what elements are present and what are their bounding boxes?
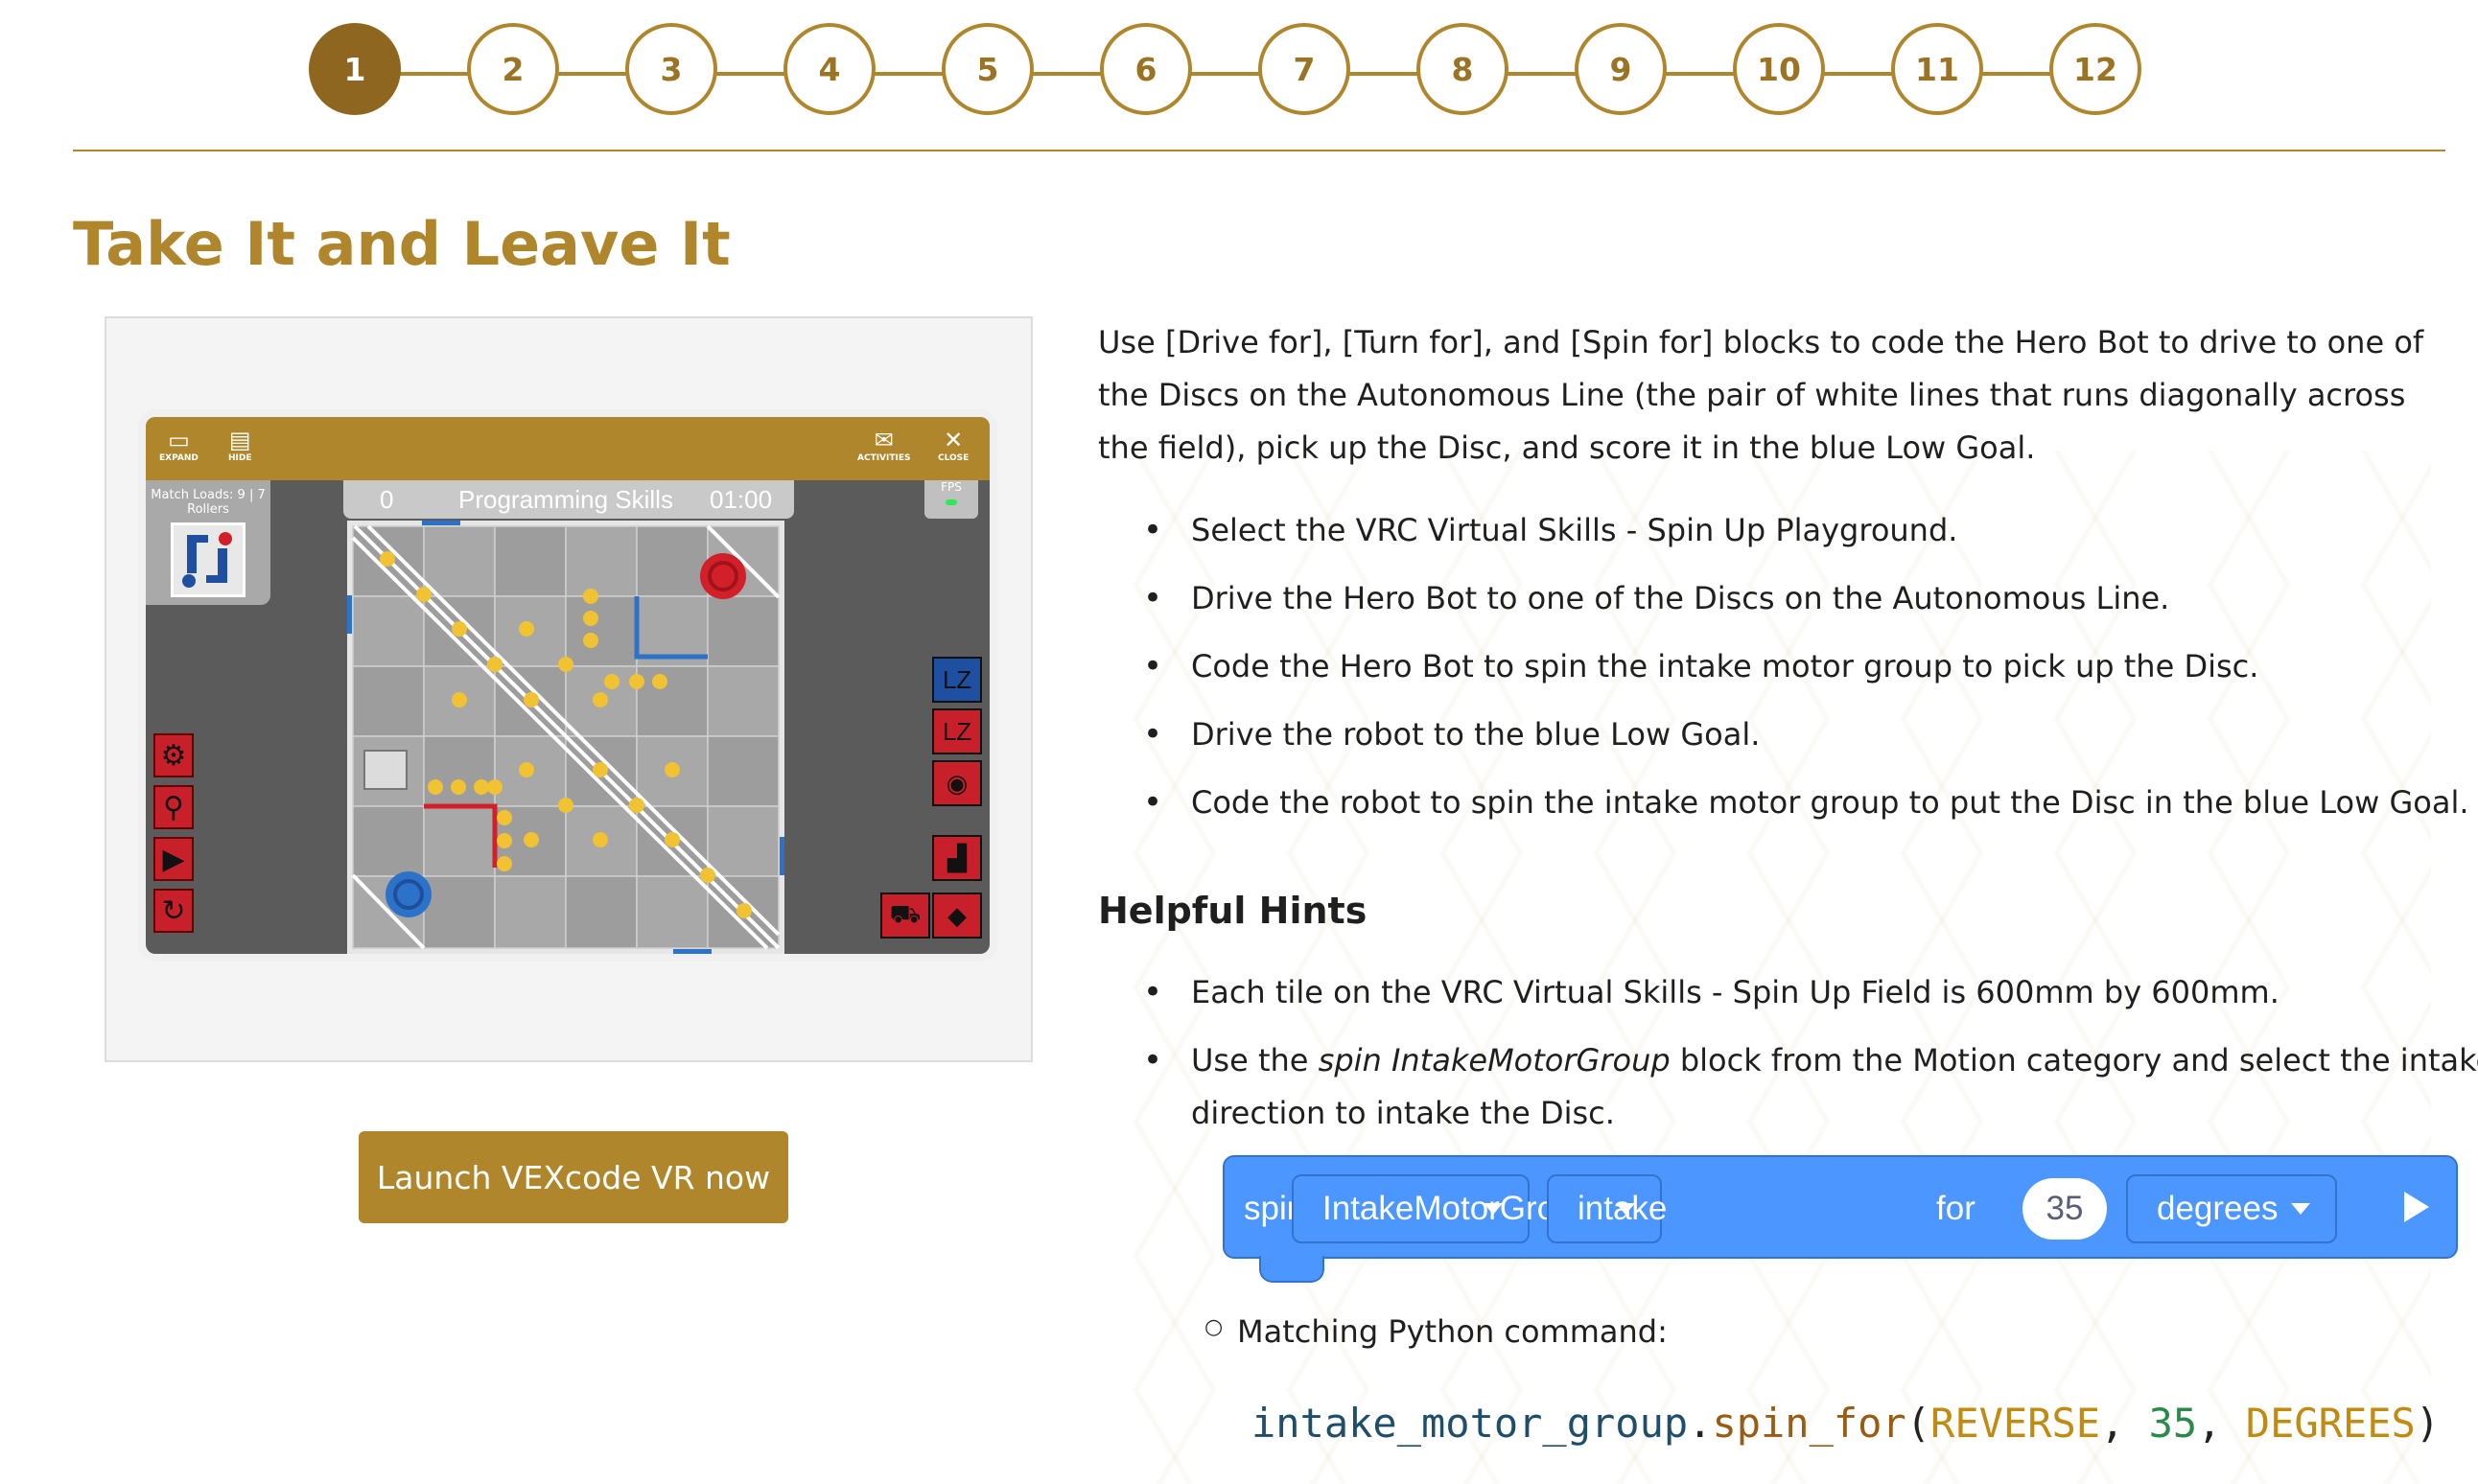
list-item: Select the VRC Virtual Skills - Spin Up … [1143,504,2478,557]
activities-button: ✉ ACTIVITIES [857,427,911,463]
hints-heading: Helpful Hints [1098,890,1368,932]
step-navigation: 1 2 3 4 5 6 7 8 9 10 11 12 [309,23,2141,123]
step-2[interactable]: 2 [467,23,559,115]
vr-simulator-screenshot: ▭ EXPAND ▤ HIDE ✉ ACTIVITIES ✕ CLOSE 0 Progr… [146,417,990,954]
block-for-label: for [1936,1190,1975,1227]
direction-dropdown: intake [1547,1174,1667,1243]
score-value: 0 [380,485,394,514]
mode-label: Programming Skills [458,485,673,514]
list-item: Drive the Hero Bot to one of the Discs o… [1143,572,2478,625]
hide-icon: ▤ [228,427,251,453]
lz-red-button: LZ [932,708,982,754]
activities-icon: ✉ [874,427,894,453]
step-6[interactable]: 6 [1100,23,1192,115]
step-8[interactable]: 8 [1416,23,1508,115]
score-bar: 0 Programming Skills 01:00 [343,480,794,519]
chevron-down-icon [1616,1203,1635,1215]
step-4[interactable]: 4 [783,23,876,115]
fps-light [946,499,957,505]
launch-vexcode-button[interactable]: Launch VEXcode VR now [359,1131,788,1223]
lz-blue-button: LZ [932,657,982,703]
python-command: intake_motor_group.spin_for(REVERSE, 35,… [1251,1400,2441,1447]
motor-group-dropdown: IntakeMotorGroup [1292,1174,1593,1243]
timer: 01:00 [710,485,773,514]
step-connector-line [359,72,2091,76]
spin-up-field [347,521,784,954]
list-item: Use the spin IntakeMotorGroup block from… [1143,1034,2478,1140]
unit-dropdown: degrees [2126,1174,2337,1243]
block-notch [1259,1256,1324,1283]
step-3[interactable]: 3 [625,23,717,115]
fps-indicator: FPS [924,480,978,519]
step-5[interactable]: 5 [942,23,1034,115]
python-label: Matching Python command: [1204,1313,1668,1350]
eye-icon: ◉ [932,760,982,806]
page-title: Take It and Leave It [73,209,731,279]
task-list: Select the VRC Virtual Skills - Spin Up … [1098,504,2478,845]
gear-icon: ⚙ [153,733,194,777]
step-7[interactable]: 7 [1258,23,1350,115]
step-10[interactable]: 10 [1733,23,1825,115]
simulator-toolbar: ▭ EXPAND ▤ HIDE ✉ ACTIVITIES ✕ CLOSE [146,417,990,480]
robot-icon: ⛟ [880,893,930,939]
step-1[interactable]: 1 [309,23,401,115]
header-divider [73,150,2445,151]
list-item: Drive the robot to the blue Low Goal. [1143,708,2478,761]
list-item: Code the robot to spin the intake motor … [1143,777,2478,829]
intro-paragraph: Use [Drive for], [Turn for], and [Spin f… [1098,324,2424,466]
robot-view-icon: ▟ [932,835,982,881]
chevron-down-icon [2291,1203,2310,1215]
map-pin-icon: ⚲ [153,785,194,829]
play-icon: ▶ [153,837,194,881]
step-12[interactable]: 12 [2049,23,2141,115]
chevron-down-icon [1484,1203,1503,1215]
amount-input: 35 [2022,1178,2107,1240]
close-button: ✕ CLOSE [938,427,970,463]
top-view-icon: ◆ [932,893,982,939]
step-9[interactable]: 9 [1575,23,1667,115]
list-item: Each tile on the VRC Virtual Skills - Sp… [1143,966,2478,1019]
play-icon [2404,1192,2429,1222]
expand-icon: ▭ [168,427,190,453]
rollers-icon [171,522,245,597]
hints-list: Each tile on the VRC Virtual Skills - Sp… [1098,966,2478,1155]
step-11[interactable]: 11 [1891,23,1983,115]
reset-icon: ↻ [153,889,194,933]
hide-button: ▤ HIDE [228,427,252,463]
close-icon: ✕ [944,427,964,453]
expand-button: ▭ EXPAND [159,427,199,463]
list-item: Code the Hero Bot to spin the intake mot… [1143,640,2478,693]
match-loads-panel: Match Loads: 9 | 7 Rollers [146,480,270,605]
spin-intake-block: spin IntakeMotorGroup intake for 35 degr… [1223,1155,2458,1259]
